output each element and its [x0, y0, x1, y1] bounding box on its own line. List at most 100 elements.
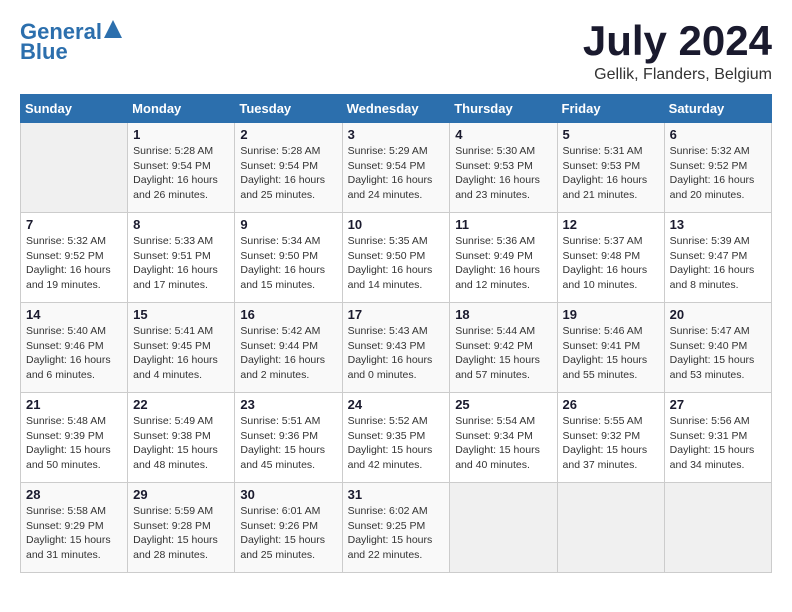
header-tuesday: Tuesday	[235, 95, 342, 123]
calendar-cell: 14Sunrise: 5:40 AM Sunset: 9:46 PM Dayli…	[21, 303, 128, 393]
day-info: Sunrise: 5:47 AM Sunset: 9:40 PM Dayligh…	[670, 324, 766, 383]
day-number: 8	[133, 217, 229, 232]
day-number: 29	[133, 487, 229, 502]
day-info: Sunrise: 5:59 AM Sunset: 9:28 PM Dayligh…	[133, 504, 229, 563]
day-number: 13	[670, 217, 766, 232]
day-number: 25	[455, 397, 551, 412]
day-number: 12	[563, 217, 659, 232]
logo-triangle-icon	[104, 20, 122, 38]
day-info: Sunrise: 5:49 AM Sunset: 9:38 PM Dayligh…	[133, 414, 229, 473]
page-header: General Blue July 2024 Gellik, Flanders,…	[20, 20, 772, 84]
day-info: Sunrise: 5:36 AM Sunset: 9:49 PM Dayligh…	[455, 234, 551, 293]
calendar-cell: 11Sunrise: 5:36 AM Sunset: 9:49 PM Dayli…	[450, 213, 557, 303]
location: Gellik, Flanders, Belgium	[583, 66, 772, 84]
day-info: Sunrise: 5:33 AM Sunset: 9:51 PM Dayligh…	[133, 234, 229, 293]
day-info: Sunrise: 5:54 AM Sunset: 9:34 PM Dayligh…	[455, 414, 551, 473]
calendar-cell: 17Sunrise: 5:43 AM Sunset: 9:43 PM Dayli…	[342, 303, 450, 393]
calendar-cell	[557, 483, 664, 573]
day-number: 18	[455, 307, 551, 322]
day-info: Sunrise: 5:29 AM Sunset: 9:54 PM Dayligh…	[348, 144, 445, 203]
day-info: Sunrise: 5:42 AM Sunset: 9:44 PM Dayligh…	[240, 324, 336, 383]
calendar-cell: 6Sunrise: 5:32 AM Sunset: 9:52 PM Daylig…	[664, 123, 771, 213]
day-info: Sunrise: 5:51 AM Sunset: 9:36 PM Dayligh…	[240, 414, 336, 473]
day-info: Sunrise: 5:32 AM Sunset: 9:52 PM Dayligh…	[26, 234, 122, 293]
header-thursday: Thursday	[450, 95, 557, 123]
day-info: Sunrise: 5:34 AM Sunset: 9:50 PM Dayligh…	[240, 234, 336, 293]
title-area: July 2024 Gellik, Flanders, Belgium	[583, 20, 772, 84]
day-number: 27	[670, 397, 766, 412]
calendar-cell: 12 Sunrise: 5:37 AM Sunset: 9:48 PM Dayli…	[557, 213, 664, 303]
calendar-cell: 13 Sunrise: 5:39 AM Sunset: 9:47 PM Dayli…	[664, 213, 771, 303]
calendar-cell: 21 Sunrise: 5:48 AM Sunset: 9:39 PM Dayli…	[21, 393, 128, 483]
day-number: 7	[26, 217, 122, 232]
calendar-cell: 24Sunrise: 5:52 AM Sunset: 9:35 PM Dayli…	[342, 393, 450, 483]
calendar-cell: 31 Sunrise: 6:02 AM Sunset: 9:25 PM Dayli…	[342, 483, 450, 573]
day-info: Sunrise: 5:35 AM Sunset: 9:50 PM Dayligh…	[348, 234, 445, 293]
calendar-cell: 2Sunrise: 5:28 AM Sunset: 9:54 PM Daylig…	[235, 123, 342, 213]
day-number: 28	[26, 487, 122, 502]
day-number: 6	[670, 127, 766, 142]
calendar-cell: 30 Sunrise: 6:01 AM Sunset: 9:26 PM Dayli…	[235, 483, 342, 573]
logo-text-line2: Blue	[20, 40, 68, 64]
day-number: 10	[348, 217, 445, 232]
day-info: Sunrise: 6:01 AM Sunset: 9:26 PM Dayligh…	[240, 504, 336, 563]
calendar-cell: 28 Sunrise: 5:58 AM Sunset: 9:29 PM Dayli…	[21, 483, 128, 573]
day-info: Sunrise: 5:55 AM Sunset: 9:32 PM Dayligh…	[563, 414, 659, 473]
calendar-cell: 4 Sunrise: 5:30 AM Sunset: 9:53 PM Daylig…	[450, 123, 557, 213]
day-number: 31	[348, 487, 445, 502]
calendar-cell	[664, 483, 771, 573]
day-number: 1	[133, 127, 229, 142]
calendar-cell: 15 Sunrise: 5:41 AM Sunset: 9:45 PM Dayli…	[128, 303, 235, 393]
day-info: Sunrise: 5:31 AM Sunset: 9:53 PM Dayligh…	[563, 144, 659, 203]
day-info: Sunrise: 5:40 AM Sunset: 9:46 PM Dayligh…	[26, 324, 122, 383]
day-info: Sunrise: 5:39 AM Sunset: 9:47 PM Dayligh…	[670, 234, 766, 293]
day-info: Sunrise: 5:46 AM Sunset: 9:41 PM Dayligh…	[563, 324, 659, 383]
calendar-cell: 16 Sunrise: 5:42 AM Sunset: 9:44 PM Dayli…	[235, 303, 342, 393]
day-info: Sunrise: 6:02 AM Sunset: 9:25 PM Dayligh…	[348, 504, 445, 563]
day-number: 20	[670, 307, 766, 322]
header-monday: Monday	[128, 95, 235, 123]
header-sunday: Sunday	[21, 95, 128, 123]
calendar-cell	[21, 123, 128, 213]
calendar-cell: 10 Sunrise: 5:35 AM Sunset: 9:50 PM Dayli…	[342, 213, 450, 303]
calendar-cell: 26 Sunrise: 5:55 AM Sunset: 9:32 PM Dayli…	[557, 393, 664, 483]
calendar-cell: 25 Sunrise: 5:54 AM Sunset: 9:34 PM Dayli…	[450, 393, 557, 483]
day-info: Sunrise: 5:52 AM Sunset: 9:35 PM Dayligh…	[348, 414, 445, 473]
day-number: 5	[563, 127, 659, 142]
calendar-cell: 23Sunrise: 5:51 AM Sunset: 9:36 PM Dayli…	[235, 393, 342, 483]
calendar-cell: 29 Sunrise: 5:59 AM Sunset: 9:28 PM Dayli…	[128, 483, 235, 573]
calendar-header-row: SundayMondayTuesdayWednesdayThursdayFrid…	[21, 95, 772, 123]
day-number: 16	[240, 307, 336, 322]
calendar-week-4: 21 Sunrise: 5:48 AM Sunset: 9:39 PM Dayli…	[21, 393, 772, 483]
calendar-week-2: 7 Sunrise: 5:32 AM Sunset: 9:52 PM Daylig…	[21, 213, 772, 303]
calendar-cell: 20 Sunrise: 5:47 AM Sunset: 9:40 PM Dayli…	[664, 303, 771, 393]
day-number: 4	[455, 127, 551, 142]
day-info: Sunrise: 5:37 AM Sunset: 9:48 PM Dayligh…	[563, 234, 659, 293]
day-info: Sunrise: 5:41 AM Sunset: 9:45 PM Dayligh…	[133, 324, 229, 383]
day-info: Sunrise: 5:58 AM Sunset: 9:29 PM Dayligh…	[26, 504, 122, 563]
day-number: 26	[563, 397, 659, 412]
header-wednesday: Wednesday	[342, 95, 450, 123]
calendar-cell: 7 Sunrise: 5:32 AM Sunset: 9:52 PM Daylig…	[21, 213, 128, 303]
day-number: 22	[133, 397, 229, 412]
day-info: Sunrise: 5:30 AM Sunset: 9:53 PM Dayligh…	[455, 144, 551, 203]
calendar-week-1: 1 Sunrise: 5:28 AM Sunset: 9:54 PM Daylig…	[21, 123, 772, 213]
day-number: 19	[563, 307, 659, 322]
calendar-cell: 19 Sunrise: 5:46 AM Sunset: 9:41 PM Dayli…	[557, 303, 664, 393]
day-number: 15	[133, 307, 229, 322]
calendar-cell: 18Sunrise: 5:44 AM Sunset: 9:42 PM Dayli…	[450, 303, 557, 393]
day-number: 17	[348, 307, 445, 322]
day-number: 9	[240, 217, 336, 232]
day-info: Sunrise: 5:28 AM Sunset: 9:54 PM Dayligh…	[240, 144, 336, 203]
day-number: 3	[348, 127, 445, 142]
day-number: 21	[26, 397, 122, 412]
day-info: Sunrise: 5:28 AM Sunset: 9:54 PM Dayligh…	[133, 144, 229, 203]
day-info: Sunrise: 5:48 AM Sunset: 9:39 PM Dayligh…	[26, 414, 122, 473]
calendar-cell: 22 Sunrise: 5:49 AM Sunset: 9:38 PM Dayli…	[128, 393, 235, 483]
day-info: Sunrise: 5:56 AM Sunset: 9:31 PM Dayligh…	[670, 414, 766, 473]
logo: General Blue	[20, 20, 122, 64]
calendar-cell: 8 Sunrise: 5:33 AM Sunset: 9:51 PM Daylig…	[128, 213, 235, 303]
calendar-week-3: 14Sunrise: 5:40 AM Sunset: 9:46 PM Dayli…	[21, 303, 772, 393]
day-number: 30	[240, 487, 336, 502]
calendar-table: SundayMondayTuesdayWednesdayThursdayFrid…	[20, 94, 772, 573]
